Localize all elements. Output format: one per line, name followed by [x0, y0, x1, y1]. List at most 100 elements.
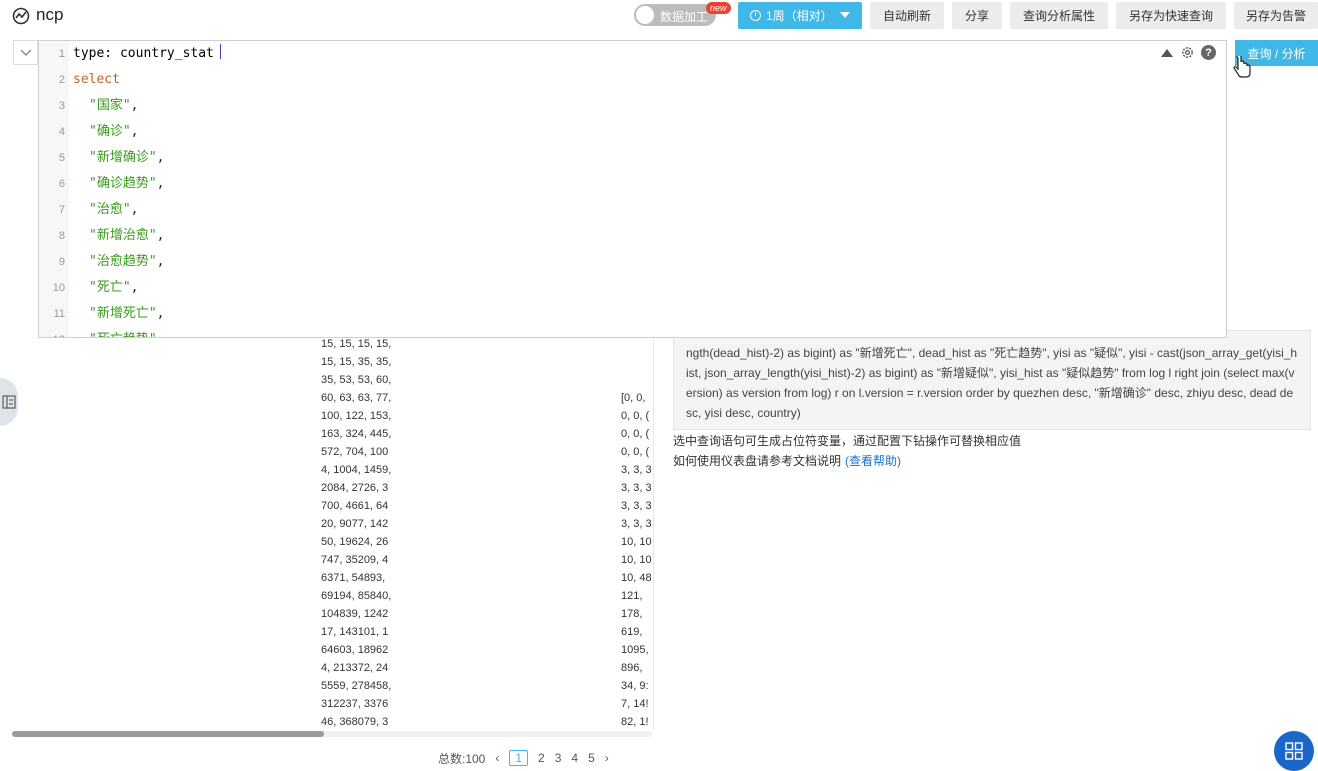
comma: , — [130, 202, 139, 217]
table-cell: 15, 15, 35, 35, — [321, 356, 392, 368]
panel-divider[interactable] — [653, 330, 654, 730]
table-cell: 3, 3, 3 — [621, 500, 652, 512]
code-text: "治愈", — [89, 197, 138, 223]
line-number: 8 — [58, 230, 65, 242]
code-token: "新增死亡" — [89, 306, 157, 321]
triangle-up-icon[interactable] — [1160, 48, 1174, 58]
code-line[interactable]: 2 select — [39, 67, 1226, 93]
code-text: select — [73, 67, 120, 93]
save-alert-button[interactable]: 另存为告警 — [1234, 2, 1318, 29]
code-line[interactable]: 6 "确诊趋势", — [39, 171, 1226, 197]
page-4[interactable]: 4 — [571, 751, 578, 765]
results-table: 15, 15, 15, 15, 15, 15, 35, 35, 35, 53, 53… — [12, 330, 652, 730]
total-count: 总数:100 — [438, 751, 486, 766]
code-line[interactable]: 5 "新增确诊", — [39, 145, 1226, 171]
table-cell: 20, 9077, 142 — [321, 518, 389, 530]
comma: , — [157, 332, 165, 337]
code-token: "治愈趋势" — [89, 254, 157, 269]
page-1[interactable]: 1 — [509, 750, 529, 766]
code-text: "死亡趋势", — [89, 327, 165, 337]
line-number: 1 — [58, 48, 65, 60]
code-token: select — [73, 72, 120, 87]
code-token: "确诊" — [89, 124, 131, 139]
query-properties-button[interactable]: 查询分析属性 — [1010, 2, 1108, 29]
comma: , — [156, 176, 165, 191]
table-cell: 700, 4661, 64 — [321, 500, 389, 512]
comma: , — [156, 306, 165, 321]
grid-menu-button[interactable] — [1274, 731, 1314, 771]
table-cell: 3, 3, 3 — [621, 518, 652, 530]
line-number: 6 — [58, 178, 65, 190]
code-line[interactable]: 3 "国家", — [39, 93, 1226, 119]
query-editor[interactable]: 1 type: country_stat 2 select 3 "国家", 4 "确诊", 5 "… — [38, 40, 1227, 338]
code-line[interactable]: 12 "死亡趋势", — [39, 327, 1226, 337]
chevron-down-icon — [20, 49, 32, 56]
new-badge: new — [706, 2, 731, 14]
table-cell: 64603, 18962 — [321, 644, 389, 656]
clock-icon — [750, 10, 761, 21]
time-range-label: 1周（相对） — [766, 9, 833, 23]
data-processing-toggle[interactable]: 数据加工 — [634, 4, 716, 26]
scrollbar-thumb[interactable] — [12, 731, 324, 737]
code-line[interactable]: 4 "确诊", — [39, 119, 1226, 145]
comma: , — [130, 98, 139, 113]
code-text: "确诊趋势", — [89, 171, 164, 197]
page-3[interactable]: 3 — [555, 751, 562, 765]
code-line[interactable]: 7 "治愈", — [39, 197, 1226, 223]
table-cell: 0, 0, ( — [621, 428, 650, 440]
table-cell: 7, 14! — [621, 698, 649, 710]
share-button[interactable]: 分享 — [952, 2, 1002, 29]
code-line[interactable]: 1 type: country_stat — [39, 41, 1226, 67]
table-cell: 50, 19624, 26 — [321, 536, 389, 548]
table-cell: 619, — [621, 626, 643, 638]
grid-icon — [1285, 742, 1303, 760]
code-line[interactable]: 9 "治愈趋势", — [39, 249, 1226, 275]
code-text: "新增确诊", — [89, 145, 164, 171]
dashboard-logo-icon — [12, 7, 30, 25]
help-link[interactable]: (查看帮助) — [845, 454, 901, 468]
time-range-button[interactable]: 1周（相对） — [738, 2, 862, 29]
prev-page-icon[interactable]: ‹ — [495, 751, 499, 765]
code-line[interactable]: 8 "新增治愈", — [39, 223, 1226, 249]
code-token: "国家" — [89, 98, 131, 113]
code-text: "治愈趋势", — [89, 249, 164, 275]
code-text: "新增死亡", — [89, 301, 164, 327]
next-page-icon[interactable]: › — [605, 751, 609, 765]
page-2[interactable]: 2 — [538, 751, 545, 765]
comma: , — [156, 228, 165, 243]
table-cell: 2084, 2726, 3 — [321, 482, 389, 494]
code-text: "国家", — [89, 93, 138, 119]
comma: , — [156, 254, 165, 269]
code-token: "新增治愈" — [89, 228, 157, 243]
table-cell: 35, 53, 53, 60, — [321, 374, 392, 386]
toggle-knob — [636, 6, 654, 24]
collapse-editor-button[interactable] — [13, 40, 38, 65]
table-cell: 572, 704, 100 — [321, 446, 389, 458]
page-5[interactable]: 5 — [588, 751, 595, 765]
code-line[interactable]: 11 "新增死亡", — [39, 301, 1226, 327]
gear-icon[interactable] — [1180, 45, 1195, 60]
table-cell: 46, 368079, 3 — [321, 716, 389, 728]
table-cell: 10, 10 — [621, 554, 652, 566]
code-token: "新增确诊" — [89, 150, 157, 165]
table-cell: 5559, 278458, — [321, 680, 392, 692]
table-cell: 896, — [621, 662, 643, 674]
auto-refresh-button[interactable]: 自动刷新 — [870, 2, 944, 29]
help-icon[interactable]: ? — [1201, 45, 1216, 60]
table-cell: 4, 213372, 24 — [321, 662, 389, 674]
table-cell: 17, 143101, 1 — [321, 626, 389, 638]
table-cell: 4, 1004, 1459, — [321, 464, 392, 476]
horizontal-scrollbar[interactable] — [12, 731, 652, 737]
table-cell: 0, 0, ( — [621, 446, 650, 458]
save-quick-query-button[interactable]: 另存为快速查询 — [1116, 2, 1226, 29]
sql-preview-text: ngth(dead_hist)-2) as bigint) as "新增死亡",… — [686, 346, 1298, 420]
app-title: ncp — [36, 5, 64, 24]
help-note-text: 如何使用仪表盘请参考文档说明 — [673, 454, 842, 468]
code-token: "确诊趋势" — [89, 176, 157, 191]
header-bar: ncp 数据加工 new 1周（相对） 自动刷新 分享 查询分析属性 另存为快速… — [0, 0, 1318, 34]
comma: , — [130, 280, 139, 295]
code-text: "确诊", — [89, 119, 138, 145]
line-number: 2 — [58, 74, 65, 86]
code-line[interactable]: 10 "死亡", — [39, 275, 1226, 301]
table-cell: 69194, 85840, — [321, 590, 392, 602]
